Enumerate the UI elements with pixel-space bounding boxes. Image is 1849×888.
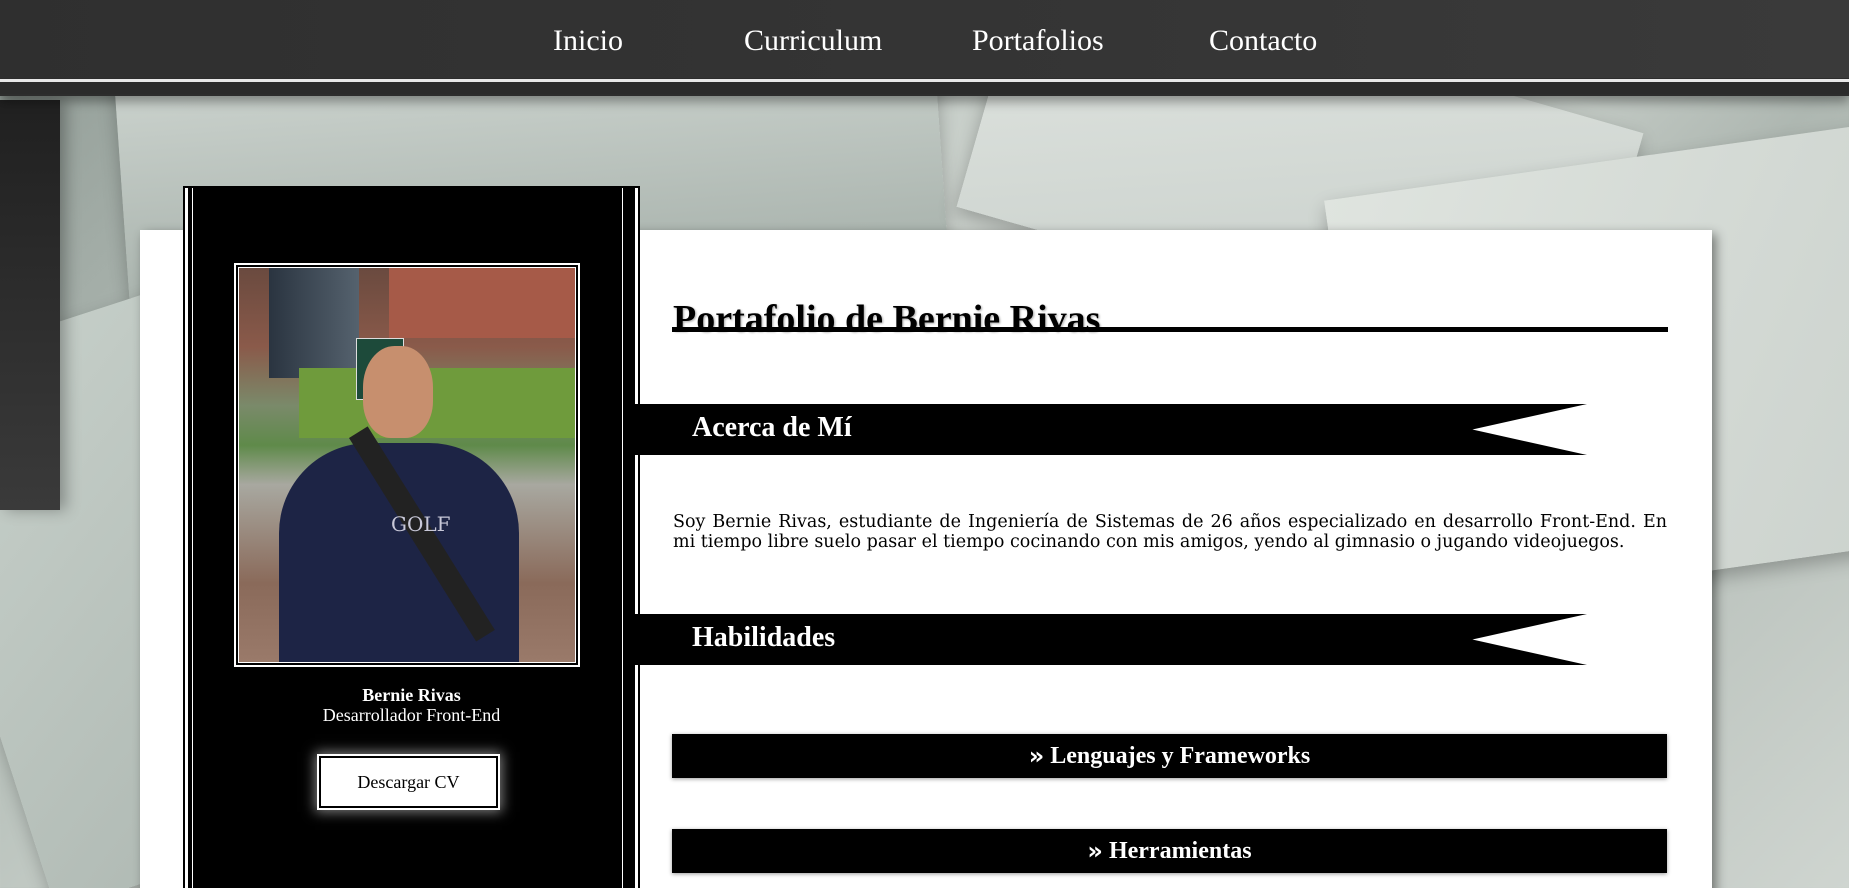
page-title: Portafolio de Bernie Rivas (673, 297, 1100, 341)
nav-item-inicio[interactable]: Inicio (553, 24, 623, 58)
download-cv-button[interactable]: Descargar CV (319, 756, 498, 808)
photo-person-head (363, 346, 433, 438)
profile-photo: GOLF (238, 267, 576, 663)
top-navigation-base (0, 82, 1849, 94)
background-dark-panel (0, 100, 60, 510)
photo-grass (299, 368, 575, 438)
top-navigation: Inicio Curriculum Portafolios Contacto (0, 0, 1849, 96)
profile-photo-frame: GOLF (234, 263, 580, 667)
photo-shirt-logo: GOLF (391, 512, 451, 536)
skills-section-ribbon: Habilidades (632, 614, 1587, 665)
title-divider (672, 327, 1668, 332)
nav-item-curriculum[interactable]: Curriculum (744, 24, 882, 58)
photo-wall (389, 268, 575, 338)
profile-name: Bernie Rivas (362, 685, 461, 705)
skills-accordion-tools[interactable]: » Herramientas (672, 829, 1667, 873)
skills-accordion-languages-frameworks[interactable]: » Lenguajes y Frameworks (672, 734, 1667, 778)
photo-building (269, 268, 359, 378)
skills-section-title: Habilidades (692, 622, 836, 653)
skills-accordion-label: Herramientas (1108, 837, 1252, 864)
nav-item-portafolios[interactable]: Portafolios (972, 24, 1104, 58)
skills-accordion-label: Lenguajes y Frameworks (1050, 742, 1311, 769)
page-title-prefix: Portafolio de (673, 298, 884, 341)
nav-item-contacto[interactable]: Contacto (1209, 24, 1317, 58)
about-text: Soy Bernie Rivas, estudiante de Ingenier… (673, 511, 1667, 552)
about-section-title: Acerca de Mí (692, 412, 852, 443)
about-section-ribbon: Acerca de Mí (632, 404, 1587, 455)
page-title-name: Bernie Rivas (892, 298, 1101, 341)
double-chevron-right-icon: » (1028, 742, 1045, 770)
top-navigation-bar (0, 0, 1849, 78)
double-chevron-right-icon: » (1087, 837, 1103, 865)
profile-role: Desarrollador Front-End (322, 705, 501, 725)
profile-sidebar: GOLF Bernie Rivas Desarrollador Front-En… (185, 188, 638, 888)
